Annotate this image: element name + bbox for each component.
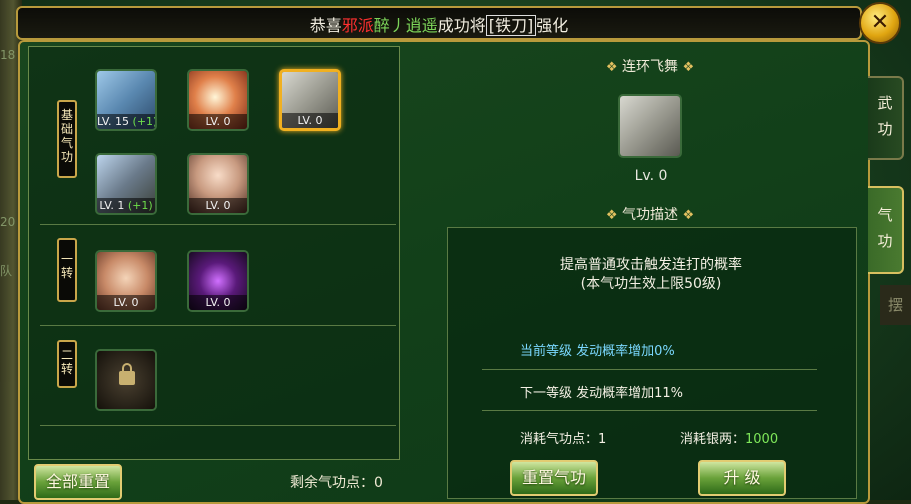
skill-slot-selected[interactable]: LV. 0: [279, 69, 341, 131]
description-text: 提高普通攻击触发连打的概率: [560, 257, 742, 273]
announcement-suffix: 强化: [536, 16, 569, 35]
ornament-icon: ❖: [682, 60, 695, 75]
reset-skill-button[interactable]: 重置气功: [510, 460, 598, 496]
row-divider: [40, 425, 396, 426]
announcement-faction: 邪派: [341, 16, 374, 35]
cost-silver-label: 消耗银两：: [680, 432, 746, 447]
announcement-item[interactable]: [铁刀]: [485, 15, 537, 36]
announcement-prefix: 恭喜: [309, 16, 342, 35]
next-level-effect: 下一等级 发动概率增加11%: [520, 386, 684, 401]
skill-bonus: (+1): [132, 115, 157, 128]
remaining-points-label: 剩余气功点：: [290, 475, 374, 491]
row-divider: [40, 224, 396, 225]
skill-level: LV. 0: [205, 199, 231, 212]
background-hud-button: 摆: [880, 285, 911, 325]
desc-title: 气功描述: [622, 207, 678, 223]
scroll-icon: [620, 96, 680, 156]
hud-edge-text: 20: [0, 215, 16, 229]
skill-slot-locked[interactable]: [95, 349, 157, 411]
cost-silver: 消耗银两：1000: [680, 428, 778, 447]
skill-level-label: LV. 0: [189, 114, 247, 129]
skill-level: LV. 0: [297, 114, 323, 127]
row-label-second-rebirth: 二转: [57, 340, 77, 388]
ornament-icon: ❖: [605, 208, 618, 223]
current-level-effect: 当前等级 发动概率增加0%: [520, 344, 675, 359]
description-limit: (本气功生效上限50级): [580, 276, 722, 292]
selected-skill-level: Lv. 0: [634, 168, 668, 184]
skill-level: LV. 0: [205, 115, 231, 128]
announcement-text: 恭喜邪派醉丿逍遥成功将 [铁刀] 强化: [18, 12, 860, 36]
tab-label: 气功: [877, 206, 893, 250]
selected-skill-icon: [618, 94, 682, 158]
row-label-basic: 基础气功: [57, 100, 77, 178]
announcement-middle: 成功将: [437, 16, 486, 35]
remaining-points-value: 0: [374, 475, 383, 491]
skill-slot[interactable]: LV. 1 (+1): [95, 153, 157, 215]
tab-label: 武功: [877, 94, 893, 138]
announcement-player[interactable]: 醉丿逍遥: [374, 16, 438, 35]
skill-level-label: LV. 0: [97, 295, 155, 310]
row-divider: [40, 325, 396, 326]
skill-name: 连环飞舞: [622, 59, 678, 75]
cost-points: 消耗气功点：1: [520, 428, 606, 447]
reset-all-button[interactable]: 全部重置: [34, 464, 122, 500]
skill-slot[interactable]: LV. 0: [187, 153, 249, 215]
remaining-points: 剩余气功点：0: [290, 472, 383, 492]
skill-level: LV. 0: [113, 296, 139, 309]
ornament-icon: ❖: [605, 60, 618, 75]
tab-qigong[interactable]: 气功: [868, 186, 904, 274]
skill-level-label: LV. 15 (+1): [97, 114, 155, 129]
ornament-icon: ❖: [682, 208, 695, 223]
cost-silver-value: 1000: [745, 432, 779, 447]
skill-level-label: LV. 0: [282, 113, 338, 128]
skill-level: LV. 15: [97, 115, 130, 128]
close-button[interactable]: ✕: [859, 2, 901, 44]
stat-divider: [482, 410, 817, 411]
hud-edge-text: 队: [0, 264, 13, 278]
skill-name-heading: ❖ 连环飞舞 ❖: [570, 56, 730, 76]
skill-level: LV. 0: [205, 296, 231, 309]
skill-bonus: (+1): [127, 199, 153, 212]
cost-points-value: 1: [598, 432, 607, 447]
skill-level: LV. 1: [99, 199, 125, 212]
close-icon: ✕: [870, 10, 890, 35]
row-label-first-rebirth: 一转: [57, 238, 77, 302]
tab-martial-arts[interactable]: 武功: [868, 76, 904, 160]
skill-slot[interactable]: LV. 0: [187, 250, 249, 312]
skill-slot[interactable]: LV. 0: [95, 250, 157, 312]
stat-divider: [482, 369, 817, 370]
skill-slot[interactable]: LV. 0: [187, 69, 249, 131]
skill-level-label: LV. 0: [189, 198, 247, 213]
upgrade-button[interactable]: 升 级: [698, 460, 786, 496]
cost-points-label: 消耗气功点：: [520, 432, 599, 447]
desc-heading: ❖ 气功描述 ❖: [570, 204, 730, 224]
skill-slot[interactable]: LV. 15 (+1): [95, 69, 157, 131]
hud-edge-text: 18: [0, 48, 16, 62]
lock-icon: [119, 363, 135, 385]
system-announcement-banner: 恭喜邪派醉丿逍遥成功将 [铁刀] 强化: [16, 6, 862, 40]
skill-level-label: LV. 0: [189, 295, 247, 310]
skill-level-label: LV. 1 (+1): [97, 198, 155, 213]
